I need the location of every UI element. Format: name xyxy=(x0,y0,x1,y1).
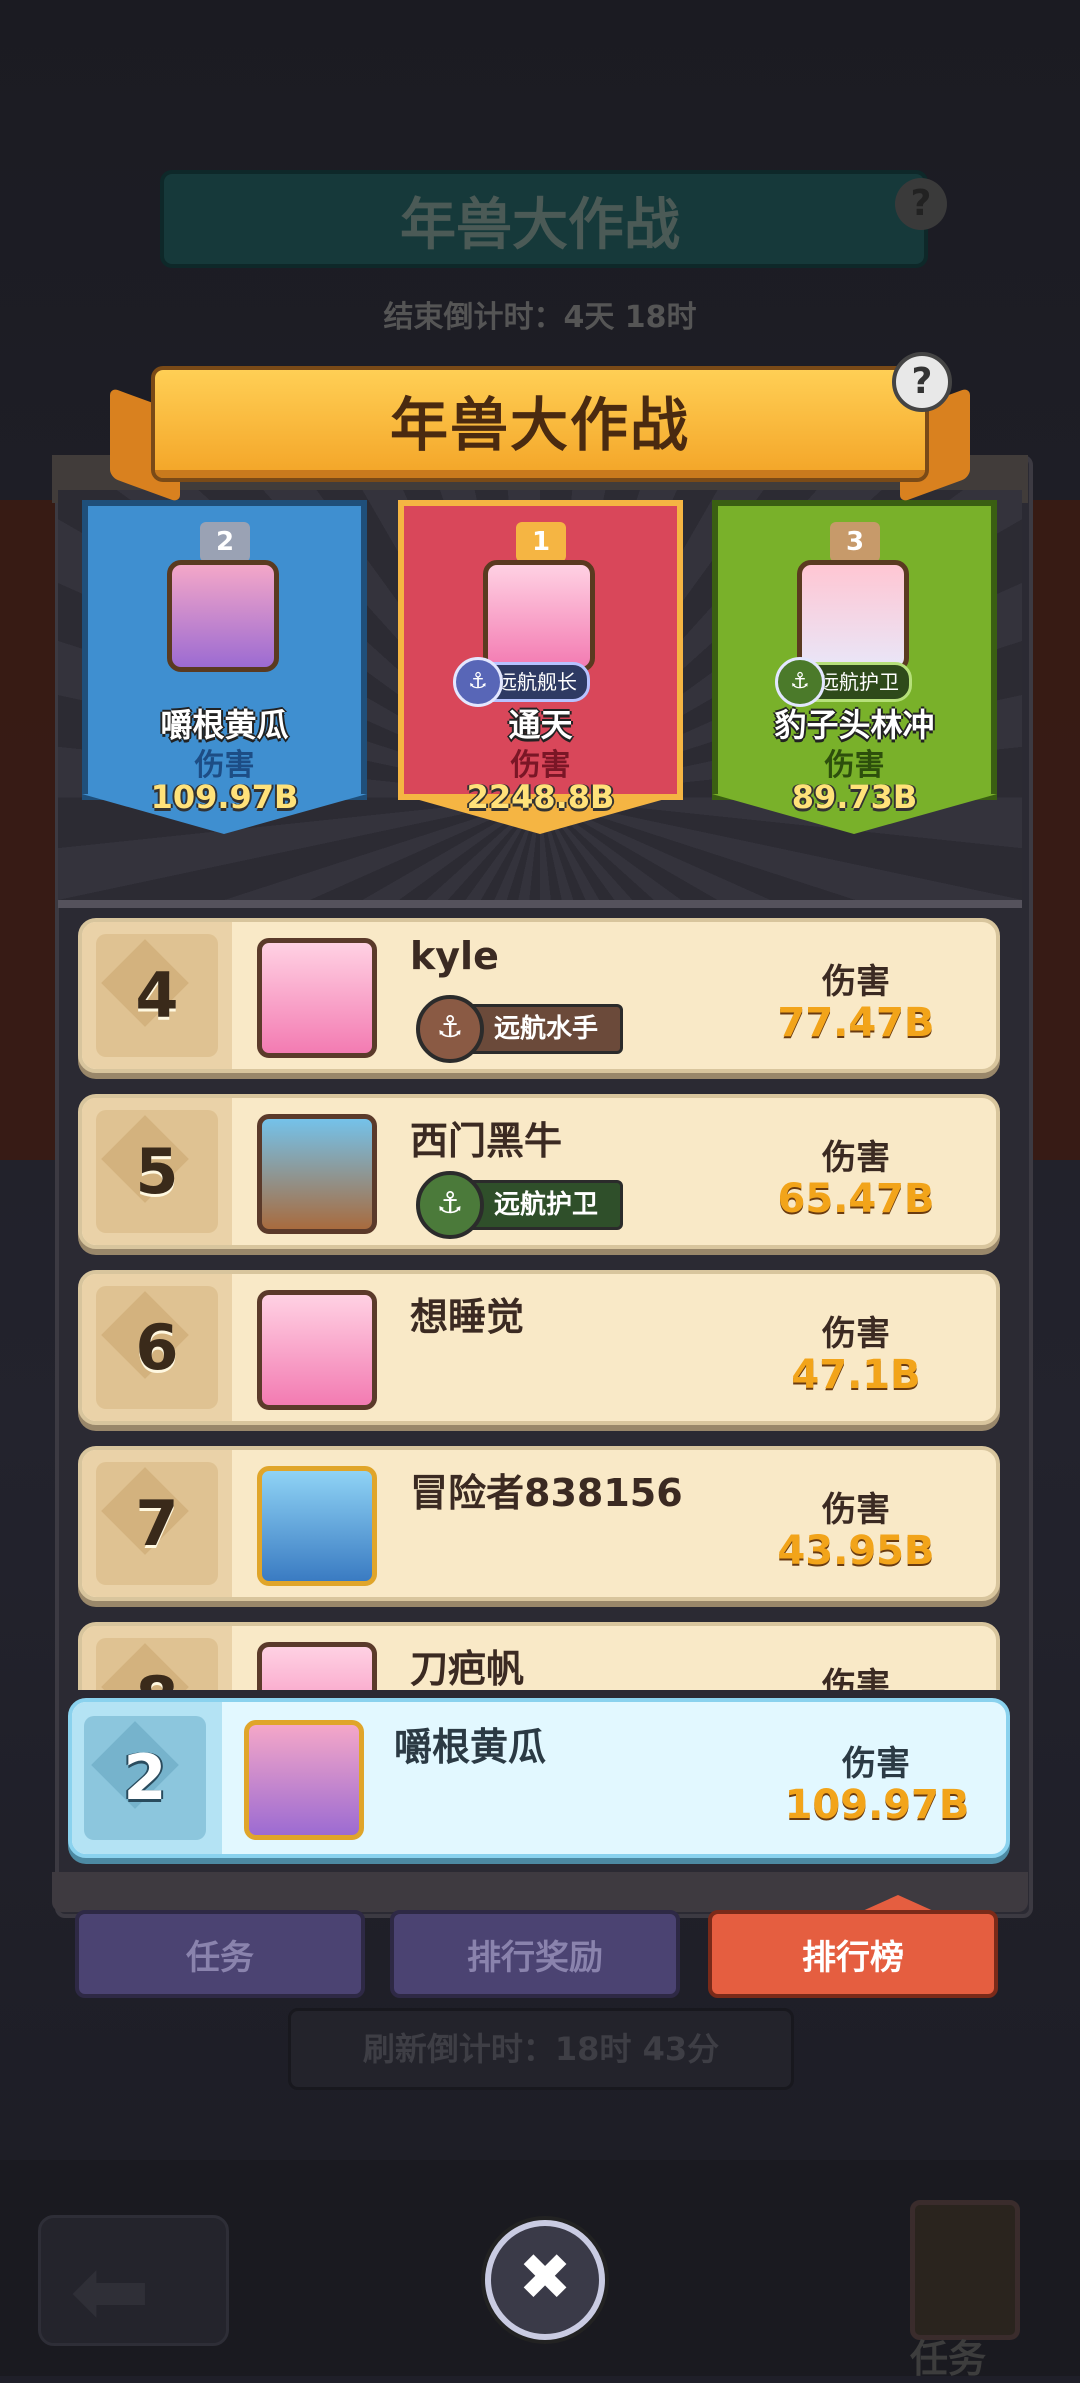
player-name: 刀疤帆 xyxy=(410,1647,525,1690)
rank-crown: 1 xyxy=(516,522,566,562)
rank-number: 6 xyxy=(135,1311,179,1384)
anchor-icon: ⚓ xyxy=(416,1171,484,1239)
task-button-label: 任务 xyxy=(910,2337,987,2381)
avatar xyxy=(257,938,377,1058)
damage-label: 伤害 xyxy=(822,1490,890,1530)
ranking-row[interactable]: 4 kyle ⚓ 远航水手 伤害 77.47B xyxy=(78,918,1000,1073)
damage-value: 43.95B xyxy=(777,1528,935,1574)
avatar xyxy=(257,1642,377,1690)
avatar xyxy=(257,1114,377,1234)
tab-tasks[interactable]: 任务 xyxy=(75,1910,365,1998)
background-timer: 结束倒计时：4天 18时 xyxy=(383,300,697,335)
avatar xyxy=(483,560,595,672)
damage-label: 伤害 xyxy=(822,1138,890,1178)
anchor-icon: ⚓ xyxy=(416,995,484,1063)
damage-value: 2248.8B xyxy=(466,778,615,816)
avatar xyxy=(257,1466,377,1586)
task-document-icon xyxy=(910,2200,1020,2340)
damage-value: 89.73B xyxy=(791,778,918,816)
refresh-countdown: 刷新倒计时：18时 43分 xyxy=(288,2008,794,2090)
rank-crown: 2 xyxy=(200,522,250,562)
podium-first[interactable]: 1 ⚓ 远航舰长 通天 伤害 2248.8B xyxy=(398,500,683,840)
damage-label: 伤害 xyxy=(822,962,890,1002)
title-badge: ⚓ 远航护卫 xyxy=(416,1171,624,1239)
task-button[interactable]: 任务 xyxy=(865,2190,1055,2381)
ranking-row[interactable]: 6 想睡觉 伤害 47.1B xyxy=(78,1270,1000,1425)
damage-label: 伤害 xyxy=(842,1744,910,1784)
close-button[interactable]: ✖ xyxy=(485,2220,605,2340)
avatar xyxy=(244,1720,364,1840)
ranking-row[interactable]: 5 西门黑牛 ⚓ 远航护卫 伤害 65.47B xyxy=(78,1094,1000,1249)
rank-number: 2 xyxy=(123,1741,167,1814)
avatar xyxy=(257,1290,377,1410)
panel-title: 年兽大作战 xyxy=(389,391,690,459)
damage-value: 47.1B xyxy=(791,1352,921,1398)
player-name: kyle xyxy=(410,934,499,978)
avatar xyxy=(167,560,279,672)
rank-number: 5 xyxy=(135,1135,179,1208)
ranking-row[interactable]: 8 刀疤帆 伤害 xyxy=(78,1622,1000,1690)
damage-value: 77.47B xyxy=(777,1000,935,1046)
damage-value: 109.97B xyxy=(784,1782,970,1828)
player-name: 冒险者838156 xyxy=(410,1471,683,1515)
podium-third[interactable]: 3 ⚓ 远航护卫 豹子头林冲 伤害 89.73B xyxy=(712,500,997,840)
title-badge: ⚓ 远航舰长 xyxy=(453,657,590,707)
close-icon: ✖ xyxy=(518,2241,572,2315)
damage-label: 伤害 xyxy=(822,1666,890,1690)
player-name: 嚼根黄瓜 xyxy=(394,1725,547,1769)
my-ranking-row[interactable]: 2 嚼根黄瓜 伤害 109.97B xyxy=(68,1698,1010,1858)
rank-number: 8 xyxy=(96,1638,218,1690)
back-arrow-icon: ⬅ xyxy=(70,2235,151,2347)
rank-number: 7 xyxy=(135,1487,179,1560)
damage-value: 109.97B xyxy=(150,778,299,816)
podium-divider xyxy=(58,900,1022,908)
podium-second[interactable]: 2 嚼根黄瓜 伤害 109.97B xyxy=(82,500,367,840)
player-name: 想睡觉 xyxy=(410,1295,525,1339)
background-help-icon: ? xyxy=(895,178,947,230)
tab-rank-rewards[interactable]: 排行奖励 xyxy=(390,1910,680,1998)
rank-crown: 3 xyxy=(830,522,880,562)
player-name: 西门黑牛 xyxy=(410,1119,563,1163)
damage-label: 伤害 xyxy=(822,1314,890,1354)
avatar xyxy=(797,560,909,672)
tab-leaderboard[interactable]: 排行榜 xyxy=(708,1910,998,1998)
ranking-row-partial-clip: 8 刀疤帆 伤害 xyxy=(70,1610,1010,1690)
title-badge: ⚓ 远航水手 xyxy=(416,995,624,1063)
help-icon[interactable]: ? xyxy=(892,352,952,412)
ranking-row[interactable]: 7 冒险者838156 伤害 43.95B xyxy=(78,1446,1000,1601)
rank-number: 4 xyxy=(135,959,179,1032)
title-badge: ⚓ 远航护卫 xyxy=(775,657,912,707)
damage-value: 65.47B xyxy=(777,1176,935,1222)
